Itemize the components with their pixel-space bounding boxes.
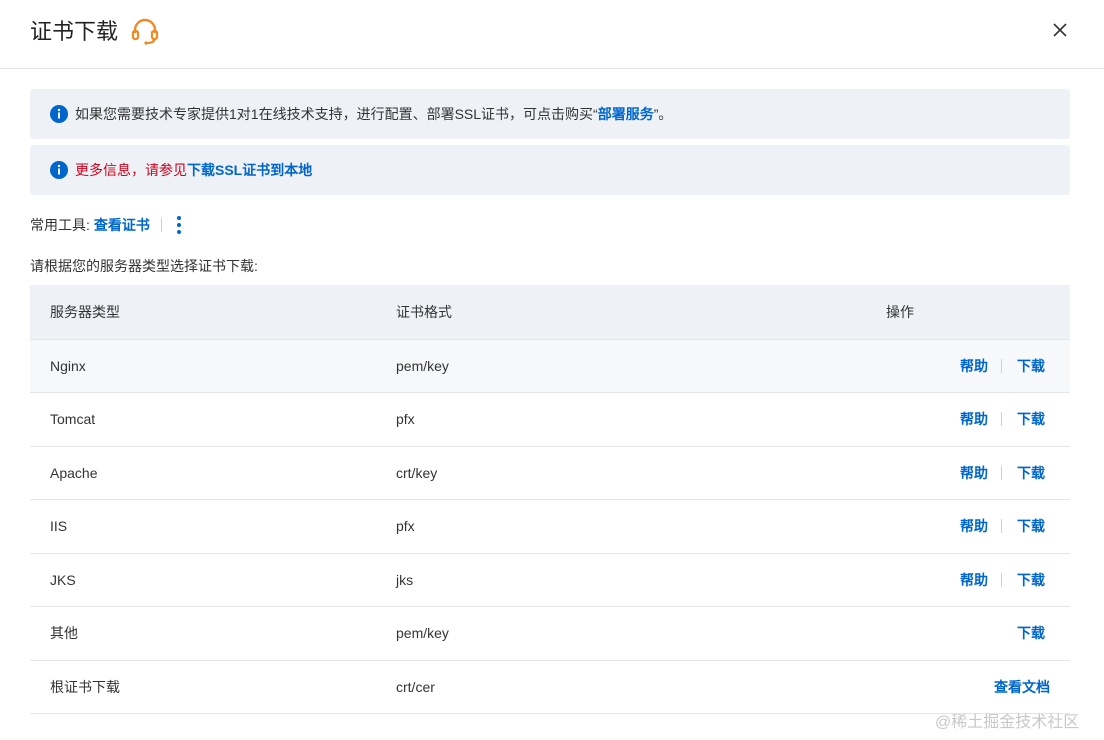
- download-ssl-doc-link[interactable]: 下载SSL证书到本地: [187, 162, 312, 178]
- download-link[interactable]: 下载: [1017, 625, 1045, 641]
- notice-text: 更多信息，请参见: [75, 162, 187, 178]
- download-link[interactable]: 下载: [1017, 409, 1045, 429]
- actions-cell: 帮助 下载: [886, 499, 1070, 554]
- table-header-row: 服务器类型 证书格式 操作: [30, 285, 1070, 340]
- server-type-cell: Tomcat: [30, 392, 396, 447]
- customer-service-icon[interactable]: [130, 17, 160, 45]
- action-divider: [1001, 465, 1002, 480]
- help-link[interactable]: 帮助: [960, 356, 988, 376]
- close-icon[interactable]: [1051, 21, 1069, 39]
- notice-more-info: 更多信息，请参见下载SSL证书到本地: [30, 145, 1070, 195]
- table-row: 其他 pem/key 下载: [30, 606, 1070, 661]
- server-type-cell: 根证书下载: [30, 660, 396, 714]
- cert-format-cell: pfx: [396, 499, 886, 554]
- action-divider: [1001, 412, 1002, 427]
- notice-deploy-service: 如果您需要技术专家提供1对1在线技术支持，进行配置、部署SSL证书，可点击购买“…: [30, 89, 1070, 139]
- action-divider: [1001, 572, 1002, 587]
- cert-format-cell: crt/key: [396, 446, 886, 500]
- table-row: Nginx pem/key 帮助 下载: [30, 339, 1070, 393]
- server-type-cell: 其他: [30, 606, 396, 661]
- download-link[interactable]: 下载: [1017, 463, 1045, 483]
- server-type-cell: IIS: [30, 499, 396, 554]
- notice-suffix: ”。: [653, 106, 673, 122]
- notice-text: 如果您需要技术专家提供1对1在线技术支持，进行配置、部署SSL证书，可点击购买“: [75, 106, 598, 122]
- cert-format-cell: jks: [396, 553, 886, 607]
- dialog-title: 证书下载: [30, 19, 119, 44]
- actions-cell: 帮助 下载: [886, 553, 1070, 607]
- view-docs-link[interactable]: 查看文档: [994, 679, 1050, 695]
- info-icon: [50, 105, 68, 123]
- server-type-cell: JKS: [30, 553, 396, 607]
- cert-format-cell: pem/key: [396, 339, 886, 393]
- actions-cell: 下载: [886, 606, 1070, 661]
- view-certificate-link[interactable]: 查看证书: [94, 214, 150, 236]
- table-row: 根证书下载 crt/cer 查看文档: [30, 660, 1070, 714]
- deploy-service-link[interactable]: 部署服务: [598, 106, 654, 122]
- help-link[interactable]: 帮助: [960, 516, 988, 536]
- cert-format-cell: pfx: [396, 392, 886, 447]
- server-type-cell: Apache: [30, 446, 396, 500]
- help-link[interactable]: 帮助: [960, 570, 988, 590]
- cert-format-cell: pem/key: [396, 606, 886, 661]
- help-link[interactable]: 帮助: [960, 463, 988, 483]
- tools-label: 常用工具:: [30, 217, 90, 233]
- actions-cell: 帮助 下载: [886, 446, 1070, 500]
- table-row: Apache crt/key 帮助 下载: [30, 446, 1070, 500]
- help-link[interactable]: 帮助: [960, 409, 988, 429]
- actions-cell: 帮助 下载: [886, 392, 1070, 447]
- action-divider: [1001, 358, 1002, 373]
- header-cert-format: 证书格式: [396, 285, 886, 340]
- dialog-header: 证书下载: [0, 0, 1104, 69]
- table-row: JKS jks 帮助 下载: [30, 553, 1070, 607]
- server-type-cell: Nginx: [30, 339, 396, 393]
- watermark: @稀土掘金技术社区: [935, 714, 1080, 731]
- more-vertical-icon[interactable]: [174, 214, 184, 236]
- table-row: IIS pfx 帮助 下载: [30, 499, 1070, 554]
- server-type-hint: 请根据您的服务器类型选择证书下载:: [30, 258, 258, 274]
- header-actions: 操作: [886, 285, 1070, 340]
- action-divider: [1001, 519, 1002, 534]
- actions-cell: 查看文档: [886, 660, 1070, 714]
- certificate-download-table: 服务器类型 证书格式 操作 Nginx pem/key 帮助 下载 Tomcat…: [30, 285, 1070, 714]
- download-link[interactable]: 下载: [1017, 356, 1045, 376]
- tools-divider: [160, 218, 162, 232]
- header-server-type: 服务器类型: [30, 285, 396, 340]
- download-link[interactable]: 下载: [1017, 516, 1045, 536]
- info-icon: [50, 161, 68, 179]
- cert-format-cell: crt/cer: [396, 660, 886, 714]
- download-link[interactable]: 下载: [1017, 570, 1045, 590]
- table-row: Tomcat pfx 帮助 下载: [30, 392, 1070, 447]
- actions-cell: 帮助 下载: [886, 339, 1070, 393]
- common-tools: 常用工具: 查看证书: [30, 214, 184, 236]
